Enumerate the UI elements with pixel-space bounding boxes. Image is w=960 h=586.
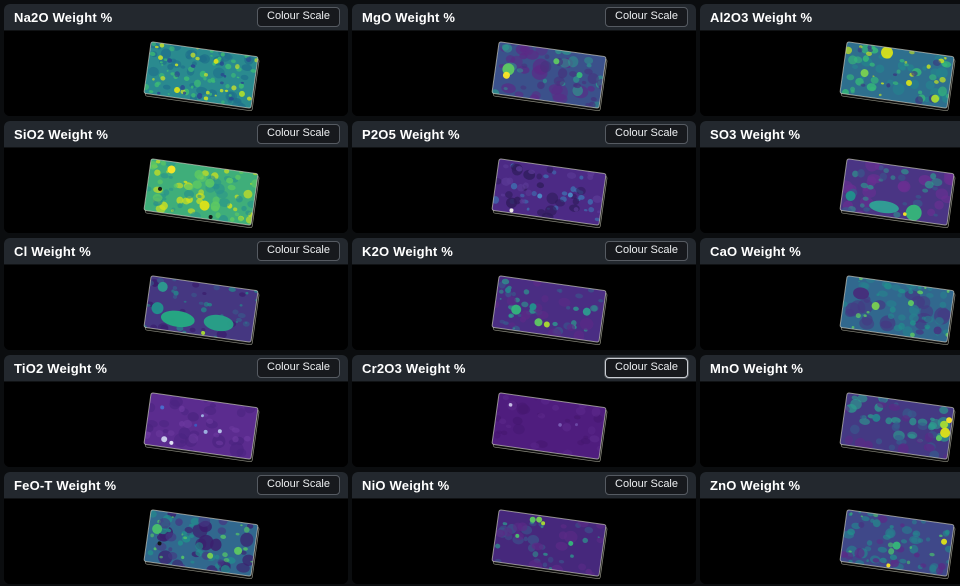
element-map-panel: MnO Weight %Colour Scale xyxy=(700,355,960,467)
element-map-sample[interactable] xyxy=(4,31,345,116)
element-map-sample[interactable] xyxy=(700,265,960,350)
map-canvas[interactable] xyxy=(4,148,348,233)
panel-header: ZnO Weight %Colour Scale xyxy=(700,472,960,499)
colour-scale-button[interactable]: Colour Scale xyxy=(257,7,340,27)
panel-title: Na2O Weight % xyxy=(14,10,112,25)
element-map-panel: NiO Weight % Colour Scale xyxy=(352,472,696,584)
panel-header: SiO2 Weight % Colour Scale xyxy=(4,121,348,148)
map-canvas[interactable] xyxy=(700,148,960,233)
element-map-panel: SO3 Weight %Colour Scale xyxy=(700,121,960,233)
panel-header: TiO2 Weight % Colour Scale xyxy=(4,355,348,382)
colour-scale-button[interactable]: Colour Scale xyxy=(605,7,688,27)
panel-title: ZnO Weight % xyxy=(710,478,800,493)
colour-scale-button[interactable]: Colour Scale xyxy=(605,124,688,144)
element-map-sample[interactable] xyxy=(700,31,960,116)
map-canvas[interactable] xyxy=(700,499,960,584)
panel-header: CaO Weight %Colour Scale xyxy=(700,238,960,265)
map-canvas[interactable] xyxy=(4,265,348,350)
panel-title: Al2O3 Weight % xyxy=(710,10,812,25)
element-map-sample[interactable] xyxy=(4,148,345,233)
map-canvas[interactable] xyxy=(352,31,696,116)
element-map-sample[interactable] xyxy=(700,499,960,584)
element-map-panel: ZnO Weight %Colour Scale xyxy=(700,472,960,584)
panel-header: MgO Weight % Colour Scale xyxy=(352,4,696,31)
map-canvas[interactable] xyxy=(352,148,696,233)
panel-title: Cr2O3 Weight % xyxy=(362,361,466,376)
element-map-panel: Al2O3 Weight %Colour Scale xyxy=(700,4,960,116)
map-canvas[interactable] xyxy=(352,499,696,584)
element-map-panel: Na2O Weight % Colour Scale xyxy=(4,4,348,116)
element-map-sample[interactable] xyxy=(4,499,345,584)
map-canvas[interactable] xyxy=(700,382,960,467)
map-canvas[interactable] xyxy=(4,31,348,116)
panel-title: P2O5 Weight % xyxy=(362,127,460,142)
colour-scale-button[interactable]: Colour Scale xyxy=(257,124,340,144)
panel-title: CaO Weight % xyxy=(710,244,801,259)
element-map-sample[interactable] xyxy=(352,31,693,116)
panel-header: Cl Weight % Colour Scale xyxy=(4,238,348,265)
panel-title: TiO2 Weight % xyxy=(14,361,107,376)
panel-header: NiO Weight % Colour Scale xyxy=(352,472,696,499)
element-map-panel: CaO Weight %Colour Scale xyxy=(700,238,960,350)
panel-header: Cr2O3 Weight % Colour Scale xyxy=(352,355,696,382)
element-map-panel: MgO Weight % Colour Scale xyxy=(352,4,696,116)
element-map-panel: K2O Weight % Colour Scale xyxy=(352,238,696,350)
panel-title: MgO Weight % xyxy=(362,10,455,25)
panel-title: K2O Weight % xyxy=(362,244,453,259)
panel-title: SiO2 Weight % xyxy=(14,127,108,142)
element-map-panel: Cl Weight % Colour Scale xyxy=(4,238,348,350)
element-map-panel: SiO2 Weight % Colour Scale xyxy=(4,121,348,233)
element-map-panel: TiO2 Weight % Colour Scale xyxy=(4,355,348,467)
element-map-sample[interactable] xyxy=(4,382,345,467)
map-canvas[interactable] xyxy=(4,499,348,584)
map-canvas[interactable] xyxy=(700,31,960,116)
panel-title: NiO Weight % xyxy=(362,478,449,493)
panel-header: Na2O Weight % Colour Scale xyxy=(4,4,348,31)
element-map-sample[interactable] xyxy=(352,499,693,584)
element-map-sample[interactable] xyxy=(352,265,693,350)
map-canvas[interactable] xyxy=(700,265,960,350)
element-map-panel: FeO-T Weight % Colour Scale xyxy=(4,472,348,584)
colour-scale-button[interactable]: Colour Scale xyxy=(257,241,340,261)
map-canvas[interactable] xyxy=(4,382,348,467)
map-canvas[interactable] xyxy=(352,265,696,350)
element-map-sample[interactable] xyxy=(700,148,960,233)
colour-scale-button[interactable]: Colour Scale xyxy=(605,241,688,261)
panel-header: P2O5 Weight % Colour Scale xyxy=(352,121,696,148)
panel-header: SO3 Weight %Colour Scale xyxy=(700,121,960,148)
panel-header: Al2O3 Weight %Colour Scale xyxy=(700,4,960,31)
element-map-sample[interactable] xyxy=(700,382,960,467)
element-map-panel: Cr2O3 Weight % Colour Scale xyxy=(352,355,696,467)
panel-title: FeO-T Weight % xyxy=(14,478,116,493)
element-map-sample[interactable] xyxy=(352,148,693,233)
element-map-grid: Na2O Weight % Colour Scale MgO Weight % Co… xyxy=(0,0,960,584)
panel-title: Cl Weight % xyxy=(14,244,91,259)
panel-header: FeO-T Weight % Colour Scale xyxy=(4,472,348,499)
colour-scale-button[interactable]: Colour Scale xyxy=(257,475,340,495)
panel-title: MnO Weight % xyxy=(710,361,803,376)
panel-title: SO3 Weight % xyxy=(710,127,800,142)
panel-header: K2O Weight % Colour Scale xyxy=(352,238,696,265)
element-map-sample[interactable] xyxy=(352,382,693,467)
panel-header: MnO Weight %Colour Scale xyxy=(700,355,960,382)
element-map-panel: P2O5 Weight % Colour Scale xyxy=(352,121,696,233)
colour-scale-button[interactable]: Colour Scale xyxy=(605,475,688,495)
colour-scale-button[interactable]: Colour Scale xyxy=(605,358,688,378)
map-canvas[interactable] xyxy=(352,382,696,467)
colour-scale-button[interactable]: Colour Scale xyxy=(257,358,340,378)
element-map-sample[interactable] xyxy=(4,265,345,350)
